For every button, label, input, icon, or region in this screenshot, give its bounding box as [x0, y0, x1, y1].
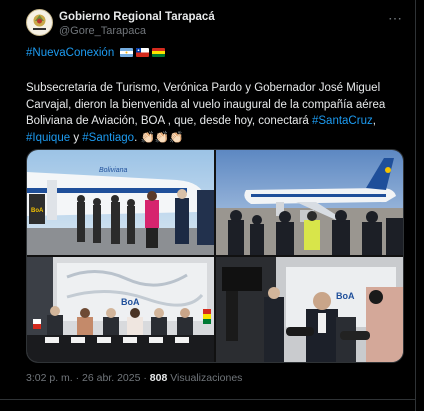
views-label: Visualizaciones: [170, 372, 243, 384]
tweet-card: Gobierno Regional Tarapacá @Gore_Tarapac…: [0, 0, 416, 411]
hashtag-line: #NuevaConexión: [26, 47, 166, 59]
photo4-boa-logo: BoA: [336, 291, 355, 301]
hashtag-nuevaconexion[interactable]: #NuevaConexión: [26, 47, 114, 59]
post-date[interactable]: 26 abr. 2025: [82, 372, 140, 384]
hashtag-santiago[interactable]: #Santiago: [82, 132, 134, 144]
photo3-boa-logo: BoA: [121, 297, 140, 307]
text-separator: ,: [372, 115, 376, 127]
avatar[interactable]: [26, 9, 53, 36]
text-separator: .: [134, 131, 138, 144]
meta-separator: ·: [140, 372, 150, 384]
argentina-flag-icon: [120, 48, 134, 58]
account-handle[interactable]: @Gore_Tarapaca: [59, 25, 146, 37]
flags-row: [120, 48, 166, 58]
bolivia-flag-icon: [152, 48, 166, 58]
media-grid: Boliviana BoA BoA BoA: [26, 149, 404, 363]
photo-aircraft-welcome[interactable]: Boliviana BoA: [27, 150, 214, 255]
account-name[interactable]: Gobierno Regional Tarapacá: [59, 11, 215, 23]
more-options-icon[interactable]: ⋯: [388, 10, 403, 27]
tweet-text: Subsecretaria de Turismo, Verónica Pardo…: [26, 80, 394, 146]
photo-press-conference[interactable]: BoA: [27, 257, 214, 362]
tweet-header: Gobierno Regional Tarapacá @Gore_Tarapac…: [26, 9, 407, 39]
chile-flag-icon: [136, 48, 150, 58]
tweet-meta: 3:02 p. m. · 26 abr. 2025 · 808 Visualiz…: [26, 372, 242, 384]
photo-speaker-interview[interactable]: BoA: [216, 257, 403, 362]
meta-separator: ·: [72, 372, 83, 384]
views-count: 808: [149, 372, 168, 384]
photo1-boa-logo: BoA: [31, 208, 44, 214]
post-time[interactable]: 3:02 p. m.: [26, 372, 73, 384]
plane-livery-text: Boliviana: [99, 167, 128, 174]
hashtag-iquique[interactable]: #Iquique: [26, 132, 70, 144]
clapping-hands-icon: 👏🏻👏🏻👏🏻: [140, 131, 184, 144]
text-separator: y: [70, 131, 83, 144]
regional-seal-icon: [27, 10, 52, 35]
photo-aircraft-tarmac[interactable]: [216, 150, 403, 255]
divider: [0, 399, 415, 400]
hashtag-santacruz[interactable]: #SantaCruz: [312, 115, 373, 127]
